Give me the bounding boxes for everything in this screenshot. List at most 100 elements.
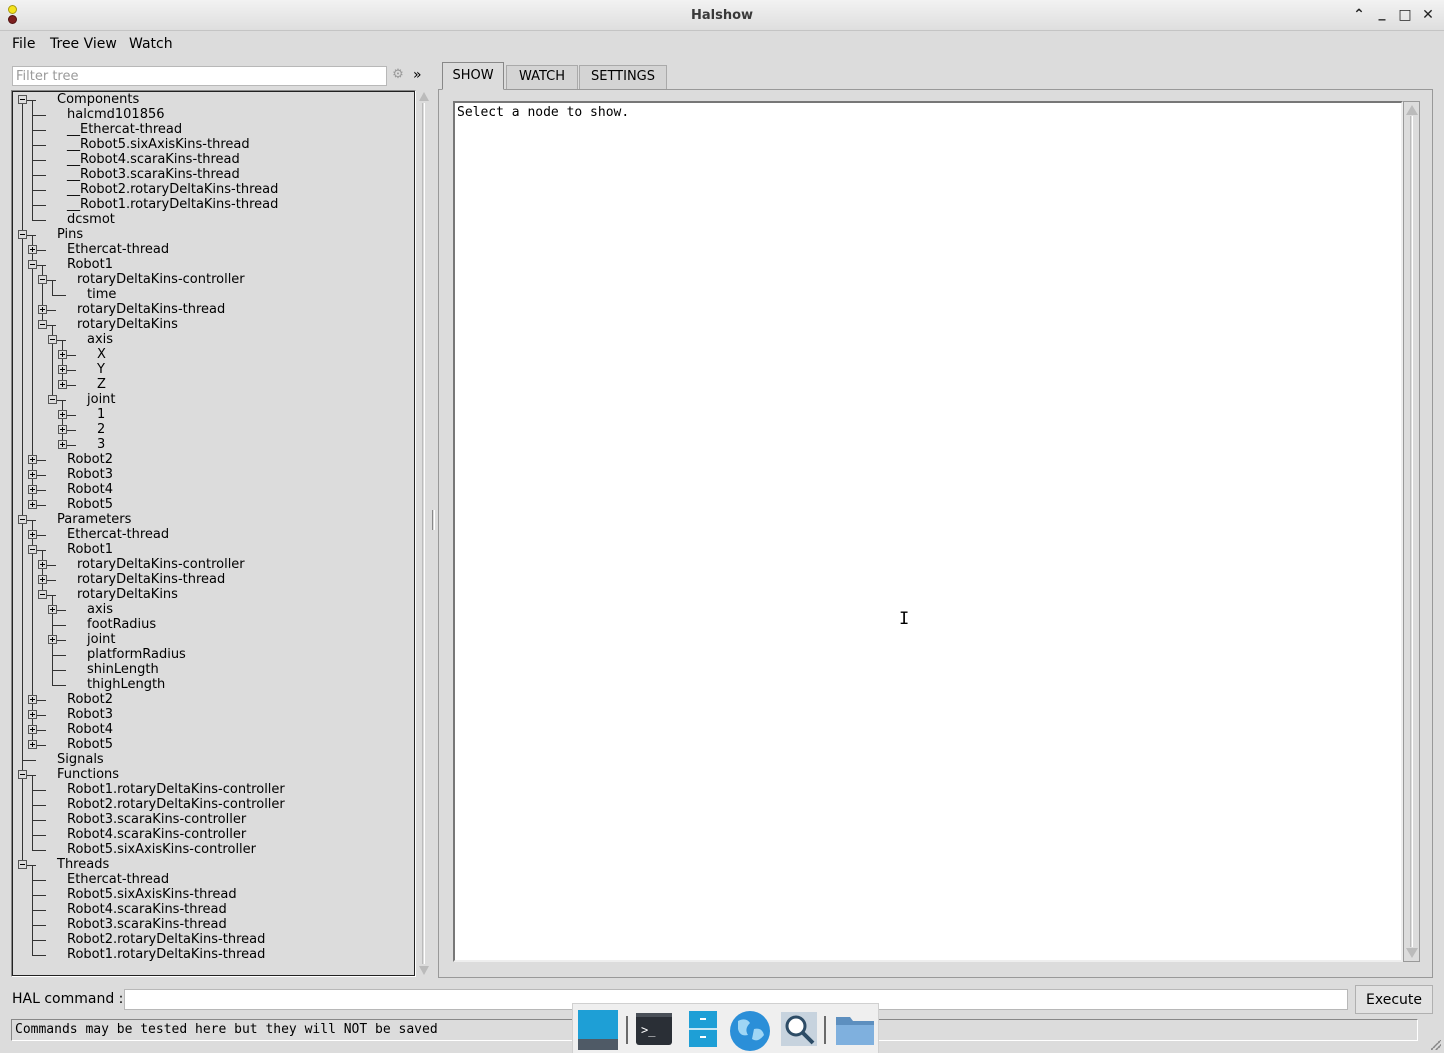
tree-node[interactable]: Robot4.scaraKins-thread xyxy=(67,902,227,917)
expand-plus-icon[interactable] xyxy=(28,740,37,749)
tab-watch[interactable]: WATCH xyxy=(506,65,578,89)
tab-settings[interactable]: SETTINGS xyxy=(579,65,667,89)
tree-node[interactable]: __Robot4.scaraKins-thread xyxy=(67,152,240,167)
tree-node[interactable]: halcmd101856 xyxy=(67,107,165,122)
collapse-minus-icon[interactable] xyxy=(18,515,27,524)
expand-plus-icon[interactable] xyxy=(28,455,37,464)
tree-node[interactable]: __Robot2.rotaryDeltaKins-thread xyxy=(67,182,278,197)
tree-node[interactable]: Robot2 xyxy=(67,452,113,467)
collapse-minus-icon[interactable] xyxy=(38,275,47,284)
scroll-track[interactable] xyxy=(1410,116,1413,947)
tree-node[interactable]: joint xyxy=(87,392,116,407)
tree-node[interactable]: Robot5.sixAxisKins-controller xyxy=(67,842,256,857)
resize-grip-icon[interactable] xyxy=(1431,1040,1441,1050)
shade-icon[interactable]: ⌃ xyxy=(1350,7,1368,23)
tree-node[interactable]: rotaryDeltaKins xyxy=(77,317,178,332)
scroll-track[interactable] xyxy=(422,103,425,964)
tree-node[interactable]: __Robot3.scaraKins-thread xyxy=(67,167,240,182)
close-icon[interactable]: ✕ xyxy=(1419,7,1437,23)
tree-node[interactable]: Signals xyxy=(57,752,104,767)
tree-node[interactable]: Robot1.rotaryDeltaKins-controller xyxy=(67,782,285,797)
folder-icon[interactable] xyxy=(834,1009,874,1049)
expand-plus-icon[interactable] xyxy=(28,530,37,539)
expand-plus-icon[interactable] xyxy=(28,470,37,479)
tree-node[interactable]: Robot5.sixAxisKins-thread xyxy=(67,887,237,902)
tree-node[interactable]: Robot3.scaraKins-controller xyxy=(67,812,246,827)
collapse-minus-icon[interactable] xyxy=(48,395,57,404)
maximize-icon[interactable]: □ xyxy=(1396,7,1414,23)
tree-scrollbar[interactable] xyxy=(417,90,430,977)
tree-node[interactable]: Y xyxy=(97,362,105,377)
expand-plus-icon[interactable] xyxy=(28,485,37,494)
expand-plus-icon[interactable] xyxy=(58,410,67,419)
gear-icon[interactable]: ⚙ xyxy=(391,68,405,82)
tree-node[interactable]: 1 xyxy=(97,407,105,422)
tree-node[interactable]: Components xyxy=(57,92,139,107)
tree-node[interactable]: Ethercat-thread xyxy=(67,527,169,542)
collapse-minus-icon[interactable] xyxy=(38,590,47,599)
expand-plus-icon[interactable] xyxy=(38,575,47,584)
tree-node[interactable]: rotaryDeltaKins-controller xyxy=(77,557,245,572)
tree-node[interactable]: thighLength xyxy=(87,677,165,692)
tree-node[interactable]: 3 xyxy=(97,437,105,452)
expand-plus-icon[interactable] xyxy=(38,560,47,569)
minimize-icon[interactable]: _ xyxy=(1373,5,1391,21)
desktop-icon[interactable] xyxy=(577,1009,618,1050)
menu-watch[interactable]: Watch xyxy=(129,36,173,52)
expand-plus-icon[interactable] xyxy=(28,710,37,719)
tree-node[interactable]: platformRadius xyxy=(87,647,186,662)
tree-node[interactable]: Robot4 xyxy=(67,722,113,737)
tree-node[interactable]: __Robot5.sixAxisKins-thread xyxy=(67,137,250,152)
scroll-down-arrow-icon[interactable] xyxy=(419,966,429,975)
collapse-minus-icon[interactable] xyxy=(18,860,27,869)
scroll-up-arrow-icon[interactable] xyxy=(1406,105,1418,115)
scroll-down-arrow-icon[interactable] xyxy=(1406,948,1418,958)
tree-node[interactable]: Z xyxy=(97,377,106,392)
execute-button[interactable]: Execute xyxy=(1355,985,1433,1014)
tree-node[interactable]: dcsmot xyxy=(67,212,115,227)
collapse-minus-icon[interactable] xyxy=(48,335,57,344)
show-scrollbar[interactable] xyxy=(1403,101,1420,962)
tree-node[interactable]: Robot4 xyxy=(67,482,113,497)
tree-node[interactable]: time xyxy=(87,287,116,302)
tree-node[interactable]: Robot3.scaraKins-thread xyxy=(67,917,227,932)
filter-tree-input[interactable] xyxy=(12,66,387,86)
scroll-up-arrow-icon[interactable] xyxy=(419,92,429,101)
tree-node[interactable]: Robot3 xyxy=(67,707,113,722)
expand-plus-icon[interactable] xyxy=(58,365,67,374)
tree-node[interactable]: Robot1 xyxy=(67,542,113,557)
menu-file[interactable]: File xyxy=(12,36,35,52)
tree-node[interactable]: Ethercat-thread xyxy=(67,872,169,887)
expand-more-button[interactable]: » xyxy=(413,67,427,83)
tree-node[interactable]: joint xyxy=(87,632,116,647)
expand-plus-icon[interactable] xyxy=(28,500,37,509)
tree-node[interactable]: rotaryDeltaKins-thread xyxy=(77,572,225,587)
tree-node[interactable]: X xyxy=(97,347,106,362)
pane-sash[interactable] xyxy=(432,510,435,530)
tree-node[interactable]: shinLength xyxy=(87,662,159,677)
tree-node[interactable]: Ethercat-thread xyxy=(67,242,169,257)
tree-node[interactable]: Robot2 xyxy=(67,692,113,707)
collapse-minus-icon[interactable] xyxy=(28,545,37,554)
web-browser-icon[interactable] xyxy=(728,1009,770,1051)
tree-node[interactable]: Robot2.rotaryDeltaKins-controller xyxy=(67,797,285,812)
collapse-minus-icon[interactable] xyxy=(18,230,27,239)
tree-node[interactable]: Threads xyxy=(57,857,109,872)
tree-node[interactable]: Robot4.scaraKins-controller xyxy=(67,827,246,842)
collapse-minus-icon[interactable] xyxy=(38,320,47,329)
expand-plus-icon[interactable] xyxy=(48,635,57,644)
tree-node[interactable]: rotaryDeltaKins-controller xyxy=(77,272,245,287)
menu-tree-view[interactable]: Tree View xyxy=(50,36,117,52)
expand-plus-icon[interactable] xyxy=(28,725,37,734)
collapse-minus-icon[interactable] xyxy=(28,260,37,269)
tree-node[interactable]: Pins xyxy=(57,227,83,242)
tree-node[interactable]: __Ethercat-thread xyxy=(67,122,182,137)
tree-node[interactable]: Robot1 xyxy=(67,257,113,272)
tree-node[interactable]: Robot2.rotaryDeltaKins-thread xyxy=(67,932,265,947)
search-icon[interactable] xyxy=(779,1009,819,1049)
tree-node[interactable]: Robot1.rotaryDeltaKins-thread xyxy=(67,947,265,962)
expand-plus-icon[interactable] xyxy=(58,380,67,389)
tree-node[interactable]: axis xyxy=(87,602,113,617)
show-text-area[interactable]: Select a node to show. xyxy=(453,101,1403,962)
expand-plus-icon[interactable] xyxy=(38,305,47,314)
